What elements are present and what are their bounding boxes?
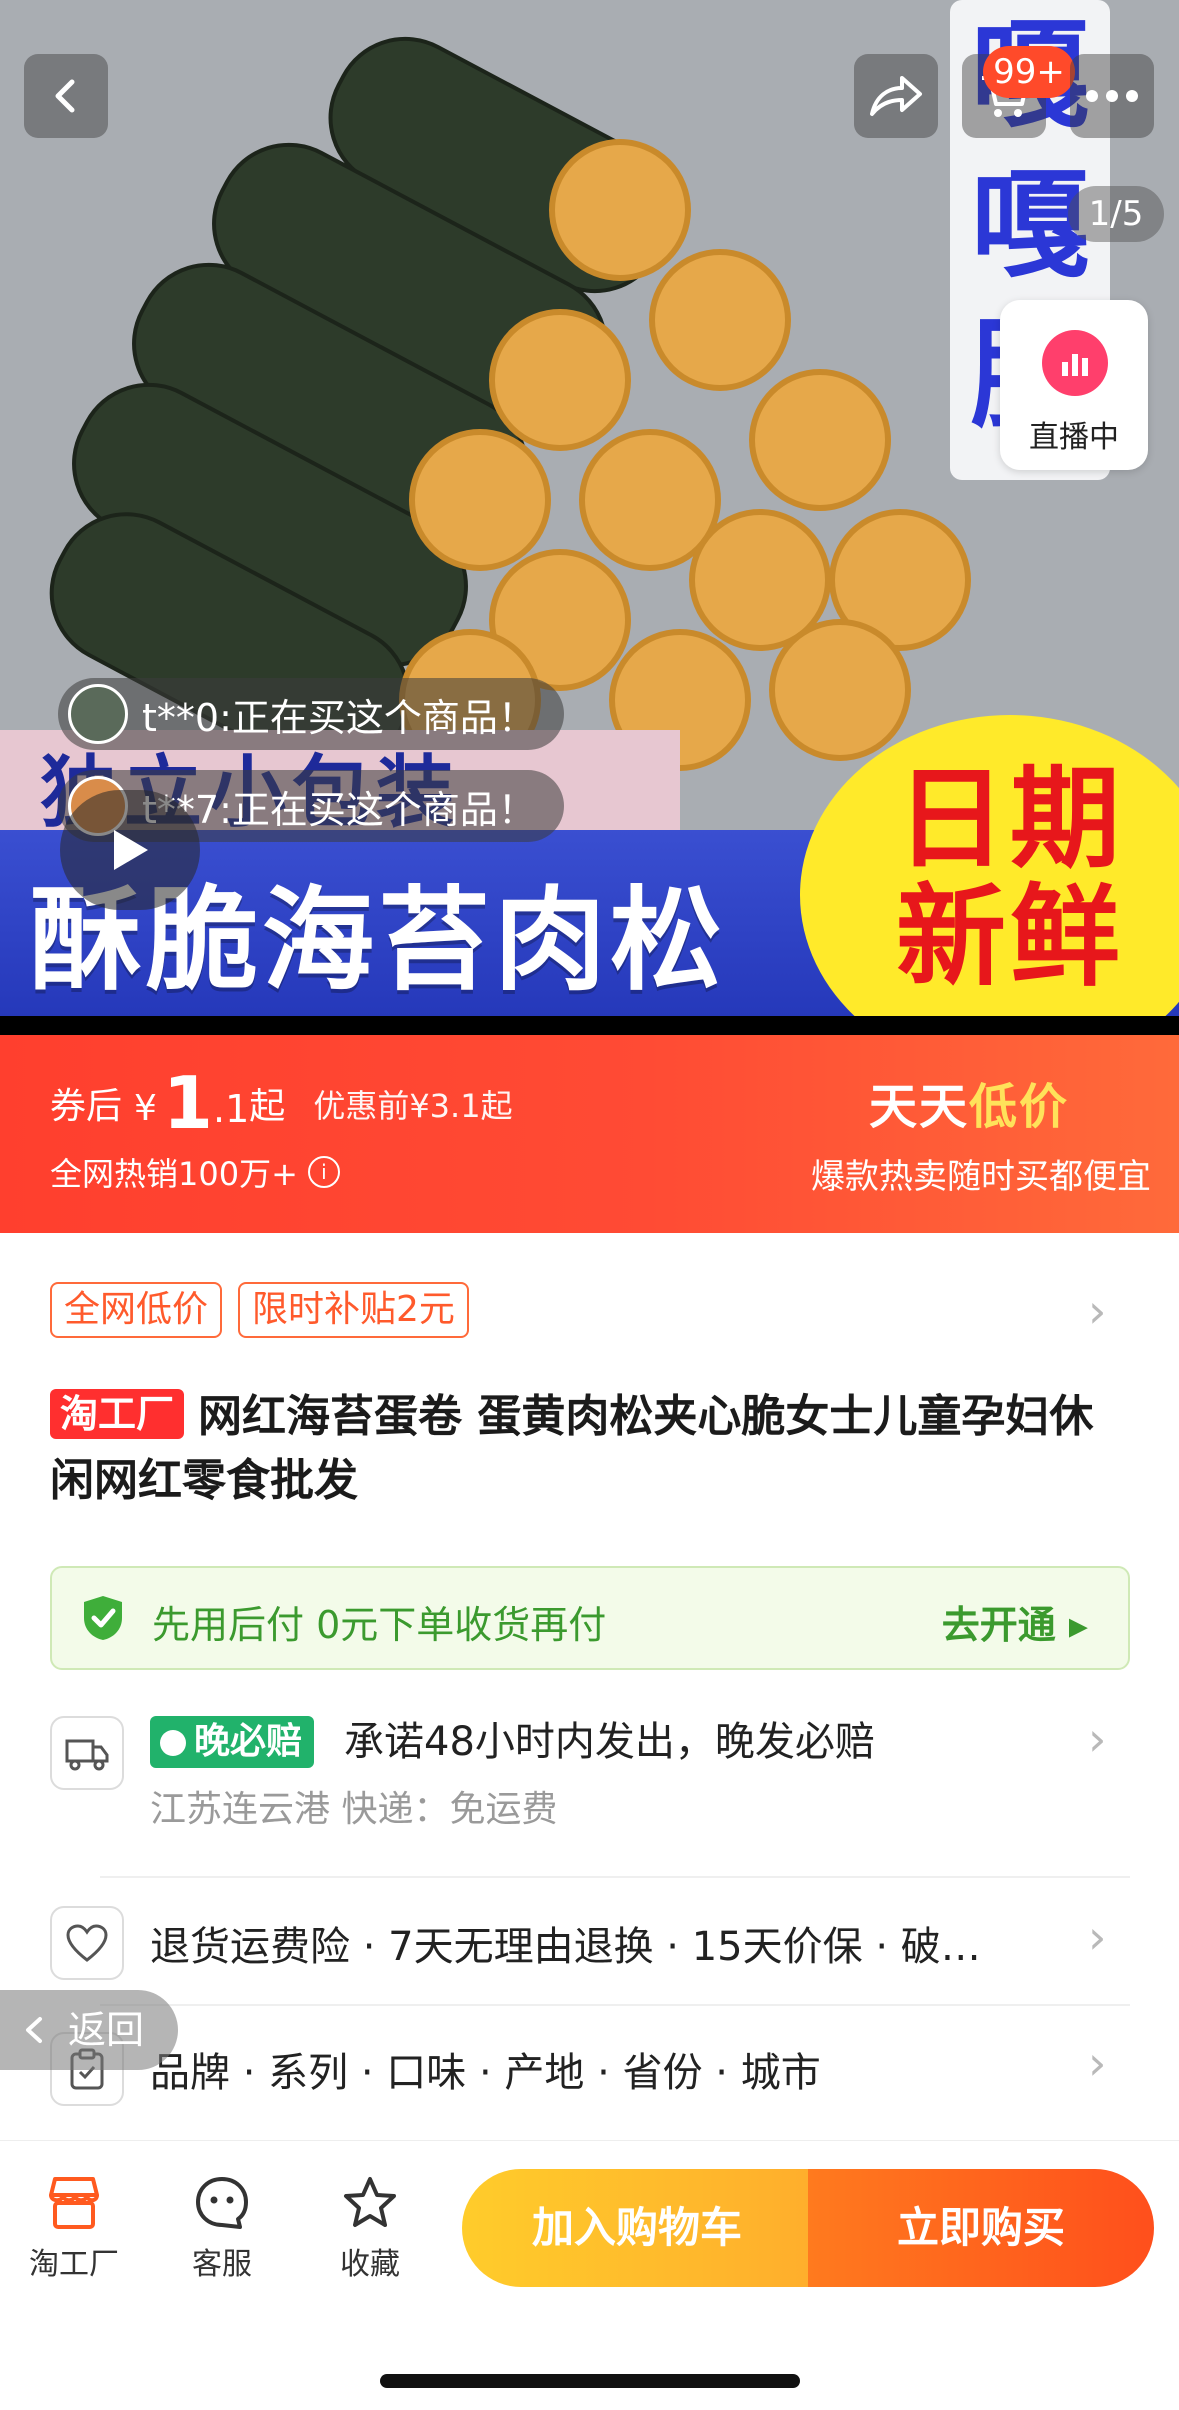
campaign-slogan: 爆款热卖随时买都便宜 [811, 1157, 1151, 1197]
buyer-ticker-text: t**0:正在买这个商品！ [142, 695, 536, 740]
chevron-right-icon: › [1088, 1910, 1107, 1964]
promo-tag: 限时补贴2元 [238, 1282, 469, 1338]
more-button[interactable] [1070, 54, 1154, 138]
guarantee-row[interactable]: 退货运费险 · 7天无理由退换 · 15天价保 · 破… › [50, 1906, 1130, 1986]
price-row: 券后 ¥ 1 .1 起 优惠前¥3.1起 [50, 1067, 513, 1139]
original-price: 优惠前¥3.1起 [313, 1087, 513, 1125]
product-image-carousel[interactable]: 嘎 嘎 脆 独立小包装 酥脆海苔肉松卷 日期新鲜 99+ 1/5 直播中 t**… [0, 0, 1179, 1035]
hero-bottom-strip [0, 1016, 1179, 1035]
bottom-action-bar: 淘工厂 客服 收藏 加入购物车 立即购买 [0, 2140, 1179, 2410]
guarantee-text: 退货运费险 · 7天无理由退换 · 15天价保 · 破… [150, 1924, 981, 1970]
star-icon [344, 2177, 396, 2227]
service-label: 客服 [192, 2247, 252, 2282]
factory-label: 淘工厂 [29, 2247, 119, 2282]
chevron-right-icon: › [1088, 2036, 1107, 2090]
video-play-button[interactable] [60, 790, 200, 910]
add-to-cart-button[interactable]: 加入购物车 [462, 2169, 812, 2287]
divider [100, 2004, 1130, 2006]
pay-later-text: 先用后付 0元下单收货再付 [152, 1603, 607, 1647]
promo-tags[interactable]: 全网低价 限时补贴2元 [50, 1282, 485, 1338]
hero-fresh-text: 日期新鲜 [896, 755, 1124, 1001]
live-bars-icon [1042, 330, 1108, 396]
price-decimal: .1 [213, 1087, 250, 1131]
buyer-ticker-text: t**7:正在买这个商品！ [142, 787, 536, 832]
price-integer: 1 [162, 1061, 214, 1145]
shipping-row[interactable]: 晚必赔 承诺48小时内发出，晚发必赔 江苏连云港 快递：免运费 › [50, 1712, 1130, 1836]
favorite-button[interactable]: 收藏 [310, 2175, 430, 2283]
play-icon [114, 830, 148, 870]
favorite-label: 收藏 [340, 2247, 400, 2282]
price-label: 券后 [50, 1086, 123, 1127]
avatar [68, 684, 128, 744]
chevron-left-icon [26, 2017, 42, 2043]
buy-now-button[interactable]: 立即购买 [808, 2169, 1154, 2287]
shop-logo: 淘工厂 [50, 1389, 185, 1439]
heart-shield-icon [50, 1906, 124, 1980]
truck-icon [50, 1716, 124, 1790]
customer-service-button[interactable]: 客服 [162, 2175, 282, 2283]
params-row[interactable]: 品牌 · 系列 · 口味 · 产地 · 省份 · 城市 › [50, 2032, 1130, 2112]
return-label: 返回 [68, 2008, 145, 2052]
chevron-right-icon[interactable]: › [1088, 1284, 1106, 1338]
return-floating-button[interactable]: 返回 [0, 1990, 178, 2070]
params-text: 品牌 · 系列 · 口味 · 产地 · 省份 · 城市 [150, 2050, 821, 2096]
info-icon: i [307, 1156, 340, 1188]
promo-tag: 全网低价 [50, 1282, 223, 1338]
product-title-text: 网红海苔蛋卷 蛋黄肉松夹心脆女士儿童孕妇休闲网红零食批发 [50, 1391, 1094, 1506]
chevron-right-icon: › [1088, 1712, 1107, 1766]
image-page-indicator: 1/5 [1068, 186, 1164, 242]
share-button[interactable] [854, 54, 938, 138]
buyer-ticker: t**0:正在买这个商品！ [58, 678, 564, 750]
cart-count-badge: 99+ [983, 46, 1075, 98]
factory-shop-button[interactable]: 淘工厂 [14, 2175, 134, 2283]
pay-later-activate[interactable]: 去开通 ▸ [942, 1594, 1088, 1649]
late-compensation-badge: 晚必赔 [150, 1716, 315, 1768]
campaign-brand: 天天低价 [868, 1079, 1069, 1135]
price-suffix: 起 [249, 1086, 286, 1127]
more-icon [1086, 90, 1138, 102]
chat-face-icon [196, 2177, 248, 2229]
sales-count[interactable]: 全网热销100万+ i [50, 1149, 340, 1195]
shield-check-icon [84, 1596, 122, 1640]
product-title: 淘工厂 网红海苔蛋卷 蛋黄肉松夹心脆女士儿童孕妇休闲网红零食批发 [50, 1385, 1110, 1513]
home-indicator [380, 2374, 800, 2388]
shipping-origin: 江苏连云港 快递：免运费 [150, 1789, 558, 1830]
shipping-promise: 承诺48小时内发出，晚发必赔 [344, 1719, 875, 1765]
pay-later-banner[interactable]: 先用后付 0元下单收货再付 去开通 ▸ [50, 1566, 1130, 1670]
price-currency: ¥ [134, 1088, 157, 1129]
sales-text: 全网热销100万+ [50, 1155, 298, 1193]
price-banner: 券后 ¥ 1 .1 起 优惠前¥3.1起 全网热销100万+ i 天天低价 爆款… [0, 1035, 1179, 1233]
divider [100, 1876, 1130, 1878]
live-stream-entry[interactable]: 直播中 [1000, 300, 1148, 470]
back-button[interactable] [24, 54, 108, 138]
shop-icon [49, 2177, 99, 2229]
clock-icon [160, 1730, 186, 1756]
share-icon [870, 76, 922, 116]
chevron-left-icon [55, 79, 75, 113]
live-label: 直播中 [1029, 420, 1119, 455]
